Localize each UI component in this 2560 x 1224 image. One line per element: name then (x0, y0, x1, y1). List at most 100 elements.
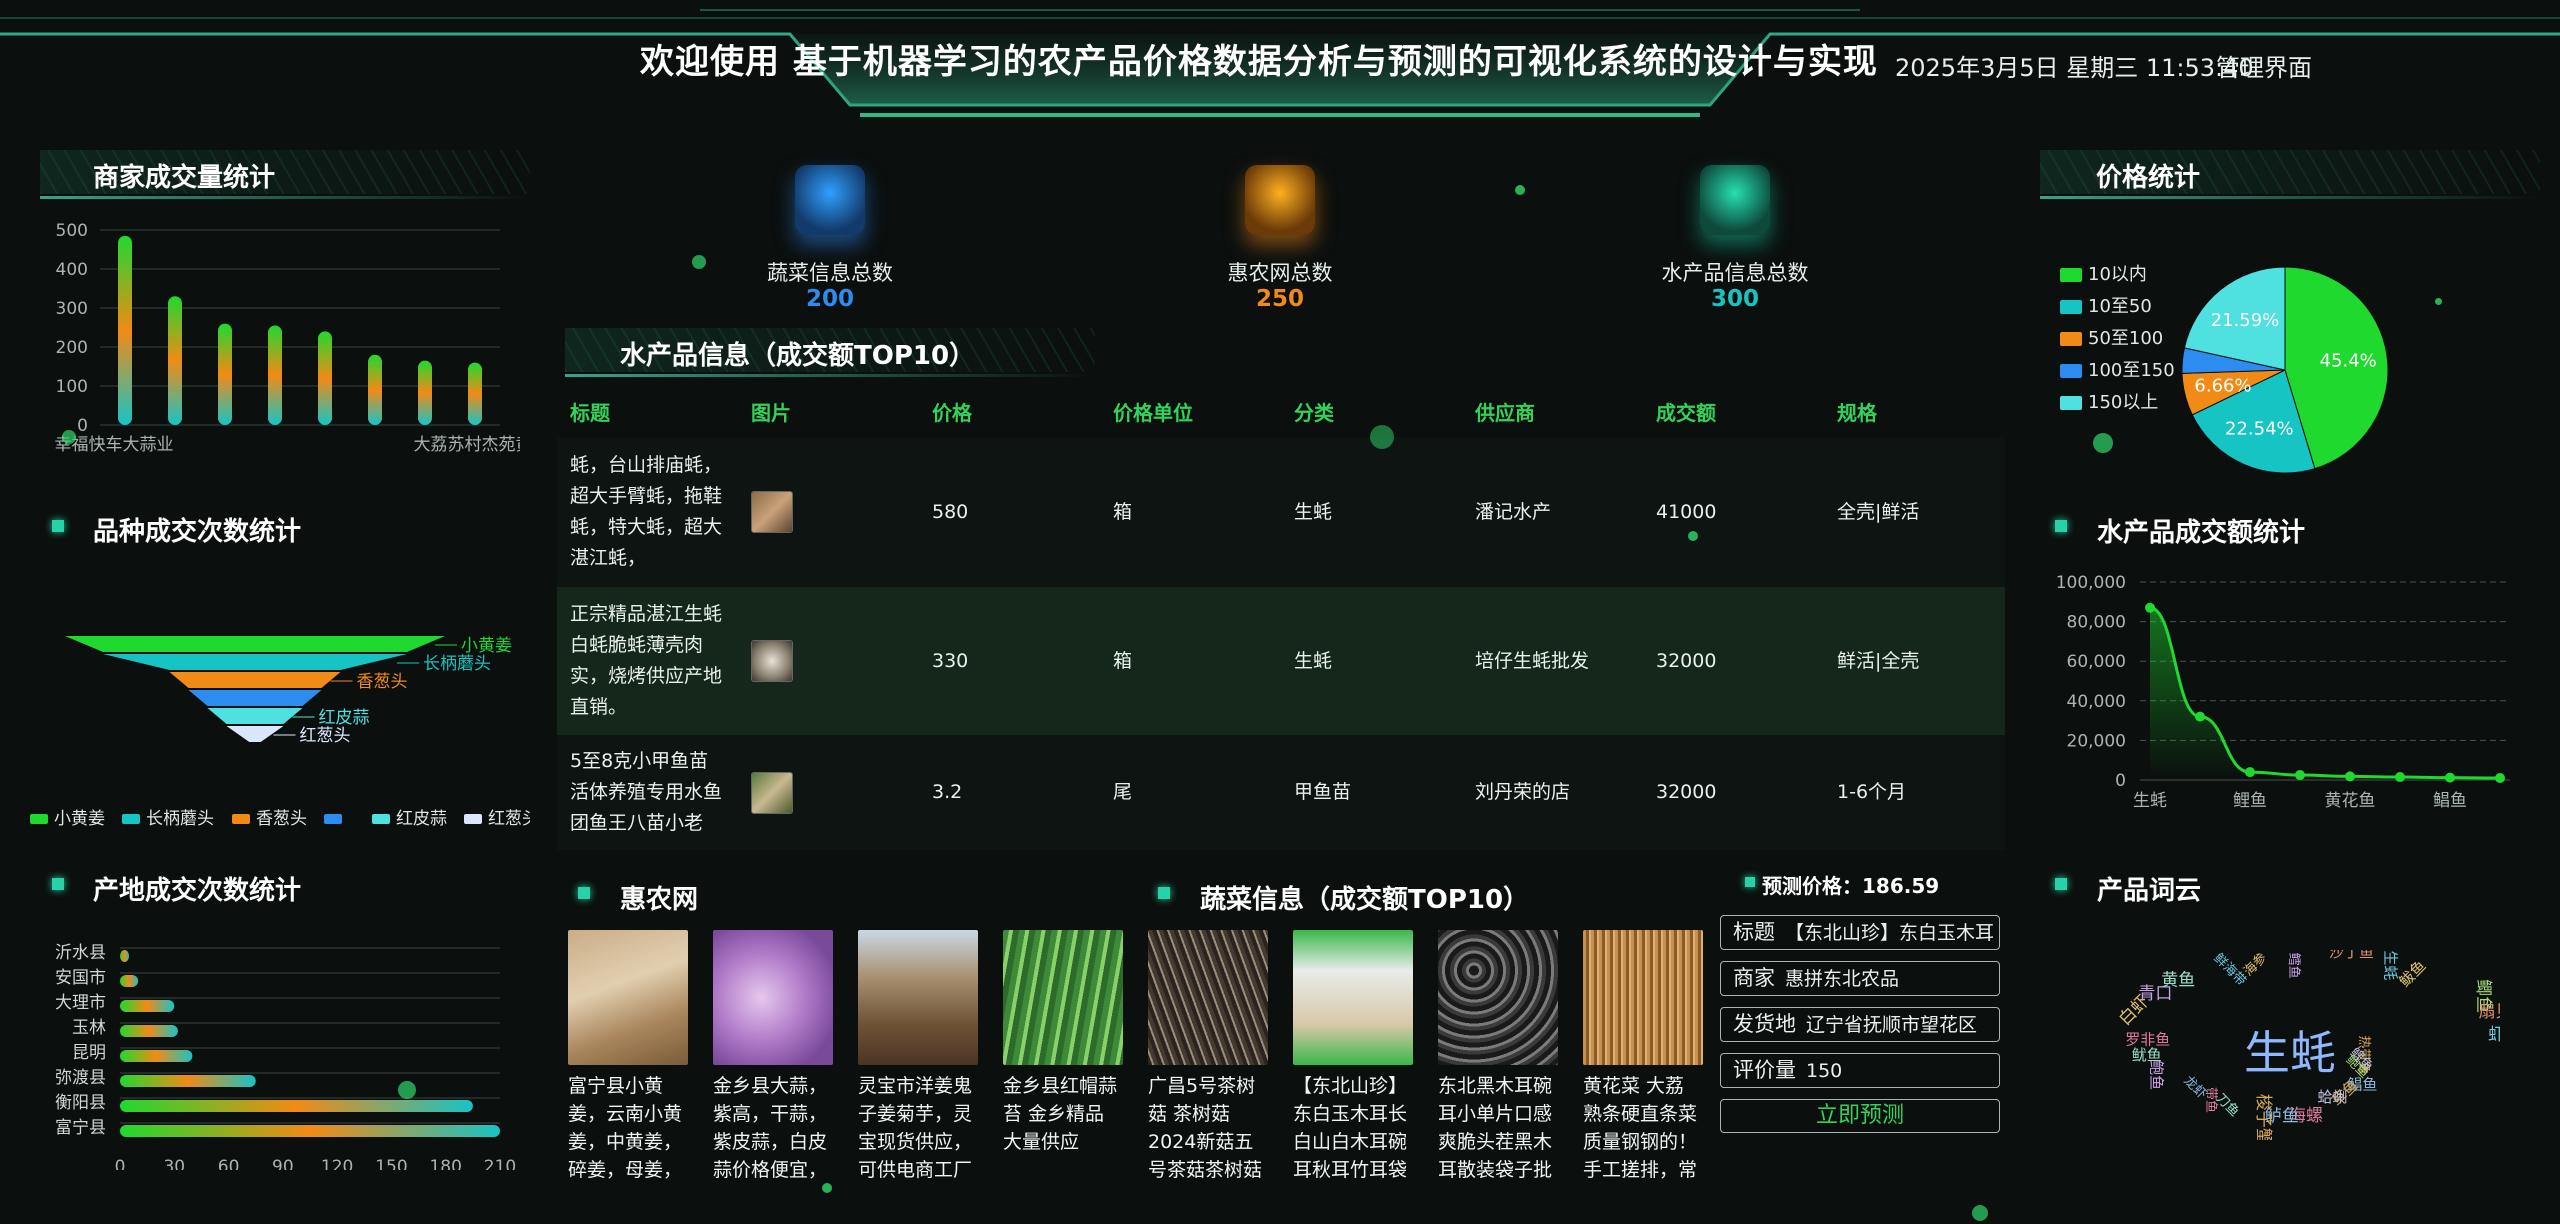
legend-swatch (324, 814, 342, 824)
cell-amount: 41000 (1643, 437, 1824, 587)
decor-dot (398, 1081, 416, 1099)
product-image[interactable] (858, 930, 978, 1065)
word: 扇贝 (2479, 1002, 2500, 1022)
x-tick-label: 黄花鱼 (2325, 791, 2376, 811)
product-image[interactable] (1583, 930, 1703, 1065)
bar (120, 1125, 500, 1137)
product-name[interactable]: 广昌5号茶树菇 茶树菇2024新菇五号茶菇茶树菇不开伞茶树菇 (1148, 1072, 1268, 1184)
merchant-field[interactable]: 商家 惠拼东北农品 (1720, 961, 2000, 996)
bar (268, 325, 282, 425)
product-name[interactable]: 金乡县红帽蒜苔 金乡精品大量供应 (1003, 1072, 1123, 1184)
slice-label: 45.4% (2320, 351, 2377, 372)
bar (418, 360, 432, 425)
panel-marker (578, 887, 590, 899)
cell-category: 生蚝 (1281, 437, 1462, 587)
table-row[interactable]: 5至8克小甲鱼苗活体养殖专用水鱼团鱼王八苗小老 3.2 尾 甲鱼苗 刘丹荣的店 … (557, 735, 2005, 850)
predict-button[interactable]: 立即预测 (1720, 1099, 2000, 1133)
aquatic-amount-title: 水产品成交额统计 (2097, 518, 2306, 548)
review-count-field[interactable]: 评价量 150 (1720, 1053, 2000, 1088)
y-tick-label: 0 (2115, 771, 2126, 791)
cell-spec: 全壳|鲜活 (1824, 437, 2005, 587)
legend-swatch (372, 814, 390, 824)
product-image[interactable] (1148, 930, 1268, 1065)
word: 虾仁 (2488, 1025, 2500, 1045)
cell-spec: 鲜活|全壳 (1824, 587, 2005, 735)
y-tick-label: 60,000 (2067, 652, 2126, 672)
table-row[interactable]: 蚝，台山排庙蚝，超大手臂蚝，拖鞋蚝，特大蚝，超大湛江蚝， 580 箱 生蚝 潘记… (557, 437, 2005, 587)
product-name[interactable]: 金乡县大蒜，紫高，干蒜，紫皮蒜，白皮蒜价格便宜，全国都发 (713, 1072, 833, 1184)
field-value: 辽宁省抚顺市望花区 (1806, 1014, 1978, 1036)
legend-swatch (2060, 300, 2082, 314)
cell-amount: 32000 (1643, 735, 1824, 850)
y-tick-label: 衡阳县 (55, 1093, 106, 1113)
vegetable-top10-title: 蔬菜信息（成交额TOP10） (1200, 885, 1530, 915)
pie-legend-item[interactable]: 10以内 (2060, 260, 2147, 286)
product-image[interactable] (568, 930, 688, 1065)
funnel-label: 红皮蒜 (319, 708, 370, 728)
pie-legend-item[interactable]: 100至150 (2060, 356, 2175, 382)
y-tick-label: 200 (56, 338, 88, 358)
funnel-segment (65, 636, 445, 652)
y-tick-label: 80,000 (2067, 613, 2126, 633)
product-image[interactable] (713, 930, 833, 1065)
bar (120, 975, 139, 987)
cell-title: 5至8克小甲鱼苗活体养殖专用水鱼团鱼王八苗小老 (557, 735, 738, 850)
legend-swatch (464, 814, 482, 824)
decor-dot (1972, 1205, 1988, 1221)
admin-link[interactable]: 管理界面 (2216, 48, 2312, 83)
legend-label: 50至100 (2088, 328, 2164, 349)
word-cloud-title: 产品词云 (2097, 876, 2202, 906)
product-image[interactable] (1003, 930, 1123, 1065)
pie-legend-item[interactable]: 10至50 (2060, 292, 2152, 318)
product-name[interactable]: 黄花菜 大荔熟条硬直条菜质量钢钢的！手工搓排，常年供应！新 (1583, 1072, 1703, 1184)
origin-count-chart: 沂水县安国市大理市玉林昆明弥渡县衡阳县富宁县 0 30 60 90 120 150 180 21… (55, 943, 516, 1170)
product-name[interactable]: 富宁县小黄姜，云南小黄姜，中黄姜，碎姜，母姜，老姜，香辣味 (568, 1072, 688, 1184)
column-header: 图片 (751, 400, 791, 425)
pie-legend-item[interactable]: 150以上 (2060, 388, 2158, 414)
product-name[interactable]: 东北黑木耳碗耳小单片口感爽脆头茬黑木耳散装袋子批发 (1438, 1072, 1558, 1184)
cell-spec: 1-6个月 (1824, 735, 2005, 850)
variety-count-title: 品种成交次数统计 (93, 517, 302, 547)
price-pie-chart: 45.4% 22.54% 6.66% 21.59% (2181, 266, 2389, 474)
product-thumbnail[interactable] (751, 491, 793, 533)
column-header: 标题 (570, 400, 610, 425)
bar (218, 323, 232, 425)
pie-legend-item[interactable]: 50至100 (2060, 324, 2163, 350)
product-image[interactable] (1293, 930, 1413, 1065)
product-thumbnail[interactable] (751, 640, 793, 682)
slice-label: 22.54% (2225, 418, 2294, 439)
cell-supplier: 潘记水产 (1462, 437, 1643, 587)
table-row[interactable]: 正宗精品湛江生蚝白蚝脆蚝薄壳肉实，烧烤供应产地直销。 330 箱 生蚝 培仔生蚝… (557, 587, 2005, 735)
product-image[interactable] (1438, 930, 1558, 1065)
panel-marker (2055, 520, 2067, 532)
bar (120, 950, 130, 962)
funnel-label: 小黄姜 (461, 636, 512, 656)
funnel-label: 香葱头 (357, 672, 408, 692)
panel-marker (52, 878, 64, 890)
aquatic-count-label: 水产品信息总数 (1661, 261, 1809, 285)
bar (120, 1100, 473, 1112)
x-tick-label: 30 (163, 1157, 185, 1170)
legend-label: 长柄蘑头 (146, 809, 214, 829)
decor-dot (1688, 531, 1698, 541)
vegetable-count-label: 蔬菜信息总数 (767, 261, 893, 285)
funnel-label: 长柄蘑头 (423, 654, 491, 674)
panel-marker (1745, 877, 1755, 887)
panel-marker (2055, 878, 2067, 890)
product-name[interactable]: 【东北山珍】东白玉木耳长白山白木耳碗耳秋耳竹耳袋装散装包邮 (1293, 1072, 1413, 1184)
title-field[interactable]: 标题 【东北山珍】东白玉木耳 (1720, 915, 2000, 950)
field-value: 惠拼东北农品 (1785, 968, 1900, 990)
origin-field[interactable]: 发货地 辽宁省抚顺市望花区 (1720, 1007, 2000, 1042)
page-title: 欢迎使用 基于机器学习的农产品价格数据分析与预测的可视化系统的设计与实现 (640, 42, 1878, 82)
product-name[interactable]: 灵宝市洋姜鬼子姜菊芋，灵宝现货供应，可供电商工厂市场，支持农 (858, 1072, 978, 1184)
huinong-count-value: 250 (1255, 286, 1304, 312)
word: 蛤蜊 (2317, 1088, 2347, 1106)
word: 黄鱼 (2161, 971, 2195, 991)
data-point (2245, 767, 2255, 778)
column-header: 价格单位 (1113, 400, 1193, 425)
cell-price: 330 (919, 587, 1100, 735)
y-tick-label: 大理市 (55, 993, 106, 1013)
y-tick-label: 昆明 (72, 1043, 106, 1063)
product-thumbnail[interactable] (751, 771, 793, 814)
origin-count-title: 产地成交次数统计 (93, 876, 302, 906)
